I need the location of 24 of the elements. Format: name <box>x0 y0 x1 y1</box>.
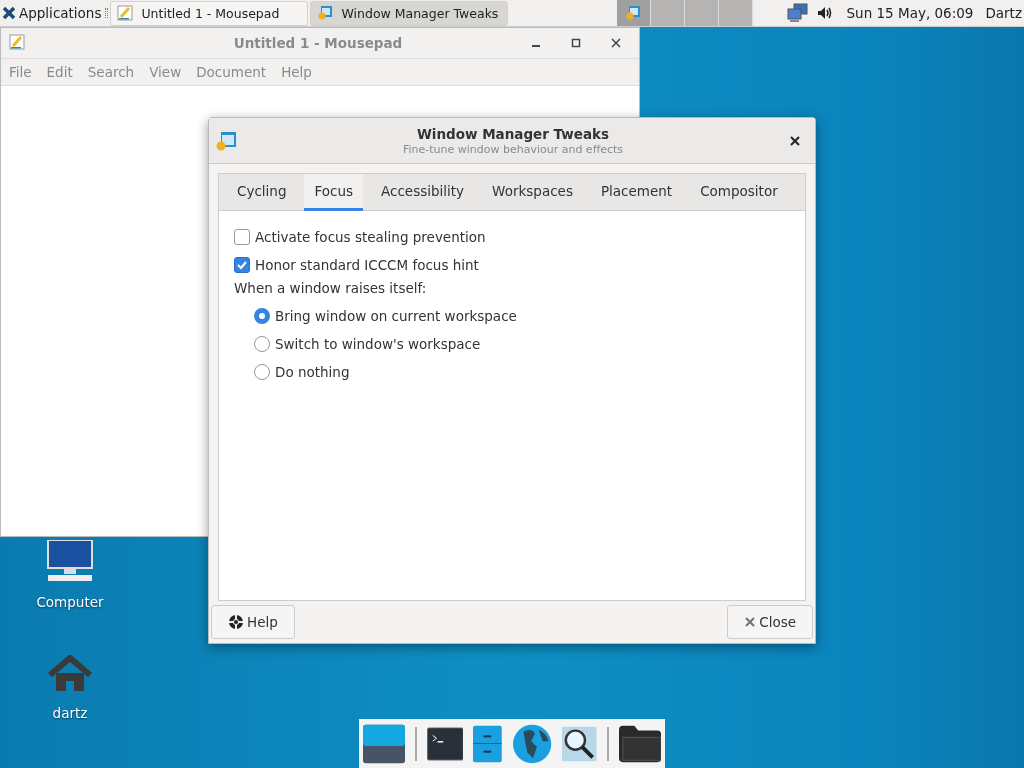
user-name[interactable]: Dartz <box>985 5 1022 21</box>
dialog-title: Window Manager Tweaks <box>415 125 611 142</box>
radio-label[interactable]: Switch to window's workspace <box>275 336 481 352</box>
tab[interactable]: Focus <box>304 174 364 211</box>
dialog-subtitle: Fine-tune window behaviour and effects <box>401 142 625 156</box>
help-button[interactable]: Help <box>211 605 295 639</box>
taskbar-button[interactable]: Untitled 1 - Mousepad <box>110 0 309 26</box>
tab[interactable]: Accessibility <box>371 174 475 211</box>
close-button[interactable]: Close <box>727 605 813 639</box>
tab[interactable]: Workspaces <box>482 174 583 211</box>
tab[interactable]: Compositor <box>690 174 788 211</box>
group-label: When a window raises itself: <box>234 280 428 296</box>
desktop-icon-label[interactable]: dartz <box>52 705 88 721</box>
radio-label[interactable]: Do nothing <box>275 364 350 380</box>
clock[interactable]: Sun 15 May, 06:09 <box>846 5 974 21</box>
checkbox-label[interactable]: Activate focus stealing prevention <box>255 229 486 245</box>
radio-label[interactable]: Bring window on current workspace <box>275 308 517 324</box>
applications-menu-button[interactable]: Applications <box>0 0 104 26</box>
checkbox-label[interactable]: Honor standard ICCCM focus hint <box>255 257 479 273</box>
desktop-icon-label[interactable]: Computer <box>36 594 104 610</box>
tab[interactable]: Cycling <box>227 174 297 211</box>
taskbar-button[interactable]: Window Manager Tweaks <box>310 0 509 26</box>
tab[interactable]: Placement <box>590 174 683 211</box>
window-title: Untitled 1 - Mousepad <box>232 35 404 51</box>
